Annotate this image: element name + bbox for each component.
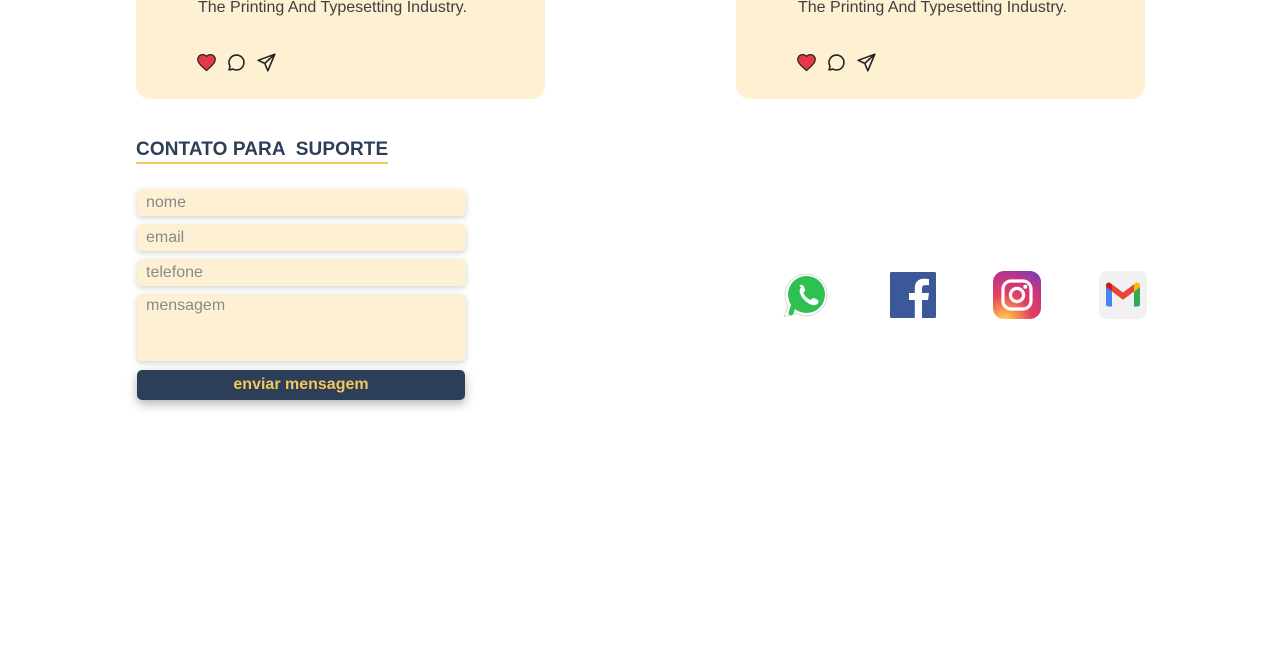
facebook-icon[interactable]: [889, 271, 937, 319]
instagram-icon[interactable]: [993, 271, 1041, 319]
gmail-icon[interactable]: [1099, 271, 1147, 319]
send-icon[interactable]: [256, 52, 277, 73]
heart-icon[interactable]: [196, 52, 217, 73]
comment-icon[interactable]: [826, 52, 847, 73]
send-message-button[interactable]: enviar mensagem: [137, 370, 465, 400]
post-card: The Printing And Typesetting Industry.: [736, 0, 1145, 99]
comment-icon[interactable]: [226, 52, 247, 73]
post-text: The Printing And Typesetting Industry.: [798, 0, 1067, 16]
page: The Printing And Typesetting Industry. T…: [0, 0, 1275, 648]
post-card: The Printing And Typesetting Industry.: [136, 0, 545, 99]
heart-icon[interactable]: [796, 52, 817, 73]
post-actions: [796, 52, 877, 73]
post-actions: [196, 52, 277, 73]
phone-field[interactable]: [137, 259, 466, 286]
message-field[interactable]: [137, 294, 466, 361]
support-title: CONTATO PARA SUPORTE: [136, 139, 389, 164]
post-text: The Printing And Typesetting Industry.: [198, 0, 467, 16]
name-field[interactable]: [137, 189, 466, 216]
email-field[interactable]: [137, 224, 466, 251]
send-icon[interactable]: [856, 52, 877, 73]
whatsapp-icon[interactable]: [782, 271, 830, 319]
